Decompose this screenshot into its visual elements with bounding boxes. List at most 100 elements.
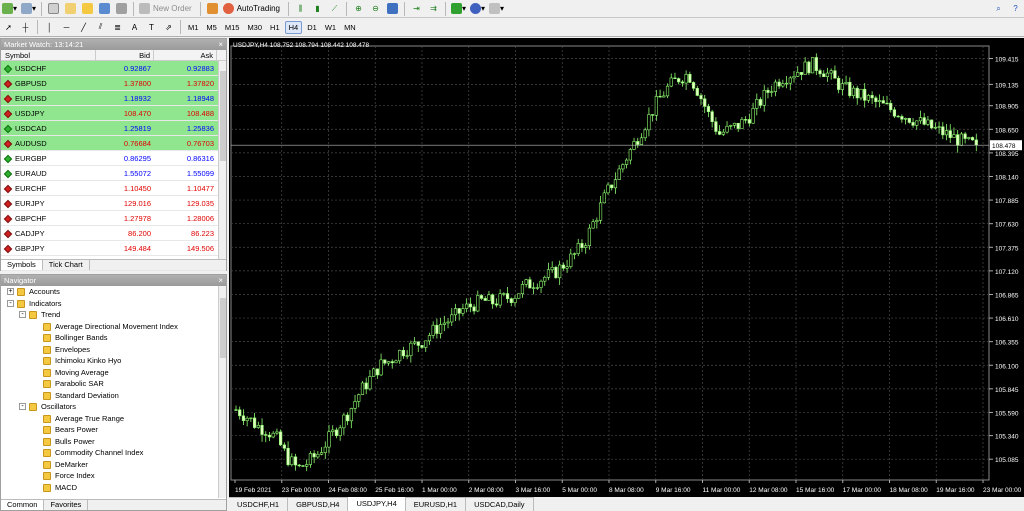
price-down-icon bbox=[3, 79, 13, 89]
bar-chart-icon[interactable]: ⫼ bbox=[293, 1, 308, 16]
chart-tab[interactable]: USDCAD,Daily bbox=[466, 497, 534, 511]
new-chart-icon[interactable]: ▾ bbox=[1, 1, 18, 16]
tree-item[interactable]: Force Index bbox=[1, 470, 219, 482]
crosshair-icon[interactable]: ┼ bbox=[18, 20, 33, 35]
table-row[interactable]: USDJPY 108.470 108.488 bbox=[1, 106, 226, 121]
tree-item[interactable]: Average Directional Movement Index bbox=[1, 321, 219, 333]
scrollbar-thumb[interactable] bbox=[220, 298, 226, 358]
periods-icon[interactable]: ▾ bbox=[469, 1, 486, 16]
channel-icon[interactable]: ⫽ bbox=[93, 20, 108, 35]
tree-item[interactable]: MACD bbox=[1, 482, 219, 494]
label-icon[interactable]: T bbox=[144, 20, 159, 35]
auto-trading-button[interactable]: AutoTrading bbox=[222, 1, 284, 16]
terminal-icon[interactable] bbox=[97, 1, 112, 16]
tree-item[interactable]: DeMarker bbox=[1, 459, 219, 471]
timeframe-m5[interactable]: M5 bbox=[203, 21, 219, 34]
table-row[interactable]: AUDUSD 0.76684 0.76703 bbox=[1, 136, 226, 151]
fibonacci-icon[interactable]: ≣ bbox=[110, 20, 125, 35]
table-row[interactable]: GBPJPY 149.484 149.506 bbox=[1, 241, 226, 256]
table-row[interactable]: EURAUD 1.55072 1.55099 bbox=[1, 166, 226, 181]
collapse-icon[interactable]: - bbox=[19, 403, 26, 410]
tab-symbols[interactable]: Symbols bbox=[1, 260, 43, 270]
table-row[interactable]: CADJPY 86.200 86.223 bbox=[1, 226, 226, 241]
collapse-icon[interactable]: - bbox=[19, 311, 26, 318]
tree-item[interactable]: Bulls Power bbox=[1, 436, 219, 448]
tree-item[interactable]: - Indicators bbox=[1, 298, 219, 310]
tree-item[interactable]: - Oscillators bbox=[1, 401, 219, 413]
tree-item[interactable]: + Accounts bbox=[1, 286, 219, 298]
table-row[interactable]: EURCHF 1.10450 1.10477 bbox=[1, 181, 226, 196]
tree-item[interactable]: Moving Average bbox=[1, 367, 219, 379]
tree-item[interactable]: Parabolic SAR bbox=[1, 378, 219, 390]
chart-tab[interactable]: GBPUSD,H4 bbox=[288, 497, 349, 511]
help-icon[interactable]: ? bbox=[1008, 1, 1023, 16]
scrollbar[interactable] bbox=[218, 286, 226, 498]
line-chart-icon[interactable]: ⟋ bbox=[327, 1, 342, 16]
tree-item[interactable]: - Trend bbox=[1, 309, 219, 321]
tree-item[interactable]: Average True Range bbox=[1, 413, 219, 425]
trendline-icon[interactable]: ╱ bbox=[76, 20, 91, 35]
timeframe-d1[interactable]: D1 bbox=[304, 21, 320, 34]
tree-item[interactable]: Ichimoku Kinko Hyo bbox=[1, 355, 219, 367]
tree-item[interactable]: Bears Power bbox=[1, 424, 219, 436]
chart-canvas[interactable]: 109.415 109.135 108.905 108.650 108.395 108.1… bbox=[229, 38, 1024, 497]
tree-item[interactable]: Standard Deviation bbox=[1, 390, 219, 402]
close-icon[interactable]: × bbox=[218, 275, 223, 286]
tile-windows-icon[interactable] bbox=[385, 1, 400, 16]
table-row[interactable]: EURGBP 0.86295 0.86316 bbox=[1, 151, 226, 166]
candlestick-icon[interactable]: ▮ bbox=[310, 1, 325, 16]
bid-column-header[interactable]: Bid bbox=[96, 50, 154, 60]
timeframe-m15[interactable]: M15 bbox=[222, 21, 243, 34]
zoom-in-icon[interactable]: ⊕ bbox=[351, 1, 366, 16]
candle-bear bbox=[282, 444, 286, 449]
candle-bear bbox=[837, 77, 841, 90]
timeframe-h1[interactable]: H1 bbox=[267, 21, 283, 34]
timeframe-w1[interactable]: W1 bbox=[322, 21, 339, 34]
table-row[interactable]: EURJPY 129.016 129.035 bbox=[1, 196, 226, 211]
ask-column-header[interactable]: Ask bbox=[154, 50, 217, 60]
table-row[interactable]: GBPUSD 1.37800 1.37820 bbox=[1, 76, 226, 91]
tree-item[interactable]: Envelopes bbox=[1, 344, 219, 356]
expand-icon[interactable]: + bbox=[7, 288, 14, 295]
chart-shift-icon[interactable]: ⇥ bbox=[409, 1, 424, 16]
vertical-line-icon[interactable]: │ bbox=[42, 20, 57, 35]
indicators-icon[interactable]: ▾ bbox=[450, 1, 467, 16]
chart-tab[interactable]: USDJPY,H4 bbox=[348, 497, 406, 511]
price-chart[interactable]: 109.415 109.135 108.905 108.650 108.395 108.1… bbox=[229, 38, 1024, 497]
search-icon[interactable]: ⌕ bbox=[991, 1, 1006, 16]
strategy-tester-icon[interactable] bbox=[114, 1, 129, 16]
timeframe-mn[interactable]: MN bbox=[341, 21, 359, 34]
metaeditor-icon[interactable] bbox=[205, 1, 220, 16]
scrollbar-thumb[interactable] bbox=[220, 71, 226, 161]
arrows-icon[interactable]: ⇗ bbox=[161, 20, 176, 35]
profiles-icon[interactable]: ▾ bbox=[20, 1, 37, 16]
templates-icon[interactable]: ▾ bbox=[488, 1, 505, 16]
market-watch-icon[interactable] bbox=[46, 1, 61, 16]
tab-common[interactable]: Common bbox=[1, 500, 45, 510]
navigator-icon[interactable] bbox=[80, 1, 95, 16]
table-row[interactable]: GBPCHF 1.27978 1.28006 bbox=[1, 211, 226, 226]
cursor-icon[interactable]: ➚ bbox=[1, 20, 16, 35]
zoom-out-icon[interactable]: ⊖ bbox=[368, 1, 383, 16]
close-icon[interactable]: × bbox=[218, 39, 223, 50]
table-row[interactable]: EURUSD 1.18932 1.18948 bbox=[1, 91, 226, 106]
tree-item[interactable]: Bollinger Bands bbox=[1, 332, 219, 344]
tree-item[interactable]: Commodity Channel Index bbox=[1, 447, 219, 459]
table-row[interactable]: USDCAD 1.25819 1.25836 bbox=[1, 121, 226, 136]
timeframe-m30[interactable]: M30 bbox=[244, 21, 265, 34]
horizontal-line-icon[interactable]: ─ bbox=[59, 20, 74, 35]
timeframe-h4[interactable]: H4 bbox=[284, 20, 303, 34]
chart-tab[interactable]: USDCHF,H1 bbox=[229, 497, 289, 511]
chart-tab[interactable]: EURUSD,H1 bbox=[405, 497, 467, 511]
data-window-icon[interactable] bbox=[63, 1, 78, 16]
autoscroll-icon[interactable]: ⇉ bbox=[426, 1, 441, 16]
timeframe-m1[interactable]: M1 bbox=[185, 21, 201, 34]
table-row[interactable]: USDCHF 0.92867 0.92883 bbox=[1, 61, 226, 76]
text-icon[interactable]: A bbox=[127, 20, 142, 35]
scrollbar[interactable] bbox=[218, 61, 226, 260]
tab-tick-chart[interactable]: Tick Chart bbox=[43, 260, 90, 270]
symbol-column-header[interactable]: Symbol bbox=[1, 50, 96, 60]
new-order-button[interactable]: New Order bbox=[138, 1, 196, 16]
collapse-icon[interactable]: - bbox=[7, 299, 14, 307]
tab-favorites[interactable]: Favorites bbox=[44, 500, 89, 510]
